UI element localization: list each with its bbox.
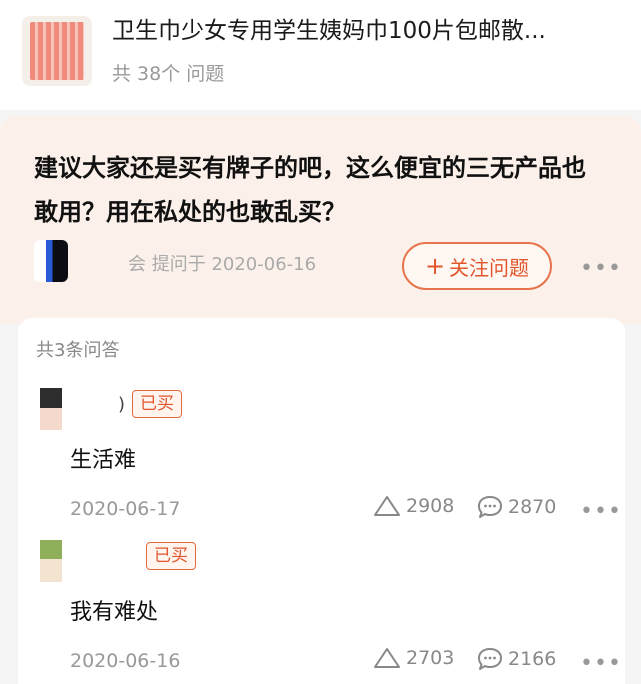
comment-button[interactable]: 2166 [476,646,556,672]
follow-label: 关注问题 [449,255,530,280]
comment-button[interactable]: 2870 [476,494,556,520]
avatar[interactable] [34,240,68,282]
question-text: 建议大家还是买有牌子的吧，这么便宜的三无产品也敢用？用在私处的也敢乱买？ [34,154,586,226]
like-button[interactable]: 2703 [372,646,454,670]
answer-date: 2020-06-17 [70,498,181,520]
more-dots-icon[interactable]: ••• [580,653,622,675]
answer-date: 2020-06-16 [70,650,181,672]
answer-text: 我有难处 [70,600,159,625]
like-count: 2703 [406,647,455,669]
more-dots-icon[interactable]: ••• [580,258,622,280]
plus-icon: + [424,252,446,280]
product-header[interactable]: 卫生巾少女专用学生姨妈巾100片包邮散... 共 38个 问题 [0,0,641,110]
avatar[interactable] [40,388,62,430]
follow-question-button[interactable]: + 关注问题 [402,242,552,290]
answers-count: 共3条问答 [36,340,120,361]
list-item[interactable]: 已买 我有难处 2020-06-16 2703 2166 ••• [18,540,625,684]
avatar[interactable] [40,540,62,582]
list-item[interactable]: ) 已买 生活难 2020-06-17 2908 2870 ••• [18,388,625,538]
answers-card: 共3条问答 ) 已买 生活难 2020-06-17 2908 2870 ••• … [18,318,625,684]
like-count: 2908 [406,495,455,517]
like-triangle-icon [374,496,400,516]
bought-badge: 已买 [146,542,196,570]
like-button[interactable]: 2908 [372,494,454,518]
question-count: 共 38个 问题 [112,63,225,85]
answer-nickname: ) [118,394,126,415]
comment-count: 2870 [508,496,557,518]
product-title[interactable]: 卫生巾少女专用学生姨妈巾100片包邮散... [112,14,622,48]
comment-count: 2166 [508,648,557,670]
question-card: 建议大家还是买有牌子的吧，这么便宜的三无产品也敢用？用在私处的也敢乱买？ 会 提… [0,116,641,324]
bought-badge: 已买 [132,390,182,418]
comment-bubble-icon [478,648,502,670]
more-dots-icon[interactable]: ••• [580,501,622,523]
comment-bubble-icon [478,496,502,518]
asked-meta: 会 提问于 2020-06-16 [128,252,316,278]
answer-text: 生活难 [70,448,137,473]
asked-date: 提问于 2020-06-16 [151,254,317,275]
asker-name: 会 [128,254,146,275]
product-thumbnail[interactable] [22,16,92,86]
product-image-icon [30,22,84,80]
like-triangle-icon [374,648,400,668]
